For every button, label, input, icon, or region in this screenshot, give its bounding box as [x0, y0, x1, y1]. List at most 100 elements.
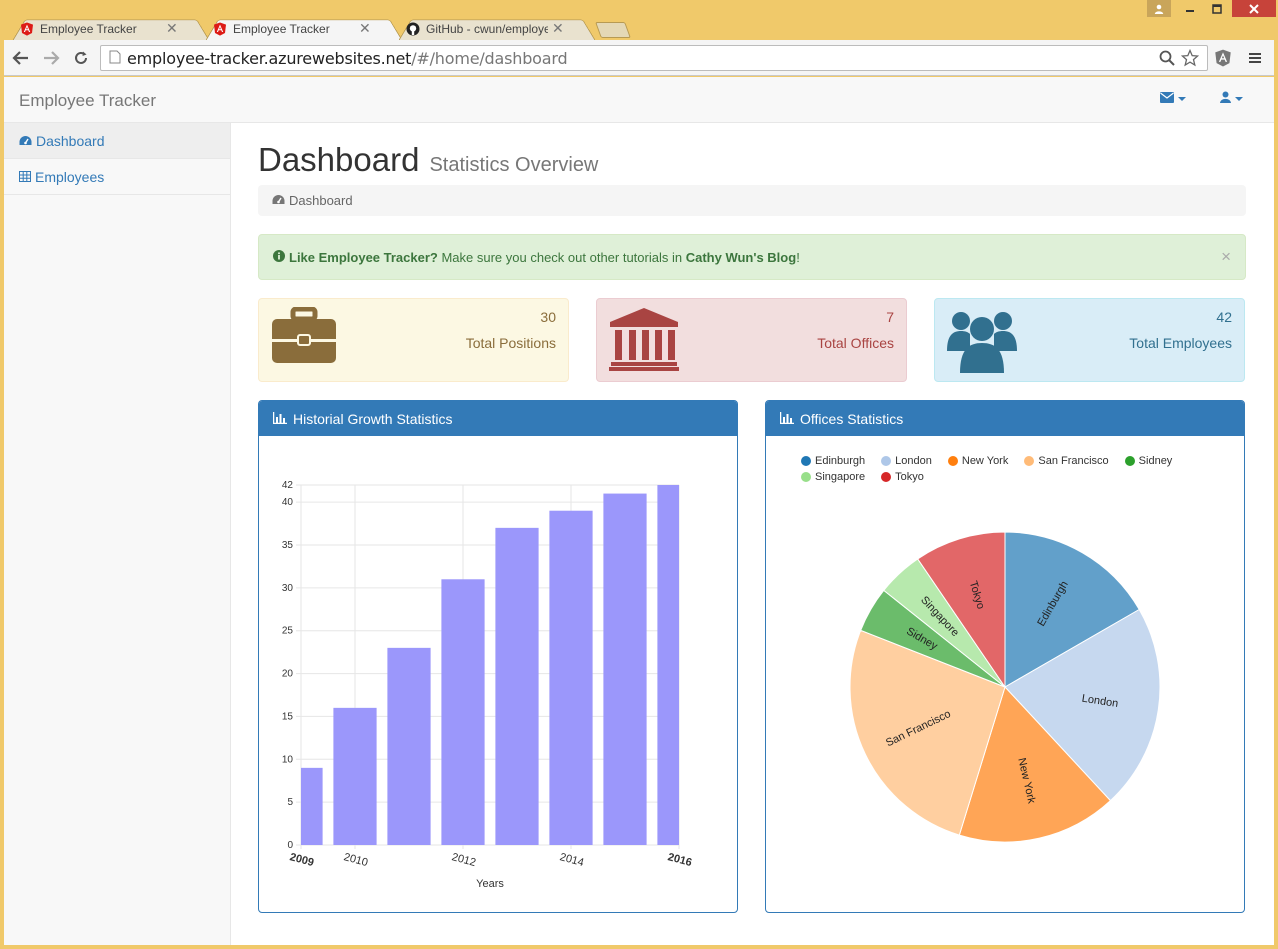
close-icon[interactable]: ✕ [552, 20, 564, 37]
messages-dropdown[interactable] [1160, 91, 1186, 106]
stat-value: 42 [1216, 309, 1232, 325]
x-axis-label: Years [476, 878, 504, 890]
user-icon [1220, 91, 1231, 106]
menu-icon[interactable] [1244, 48, 1266, 68]
blog-link[interactable]: Cathy Wun's Blog [686, 250, 796, 265]
back-icon[interactable] [10, 48, 32, 68]
alert-close-button[interactable]: × [1221, 247, 1231, 267]
y-tick-label: 40 [282, 497, 294, 508]
bar [657, 485, 679, 845]
panel-heading: Offices Statistics [766, 401, 1244, 436]
y-tick-label: 15 [282, 711, 294, 722]
breadcrumb-item: Dashboard [289, 193, 353, 208]
offices-panel: Offices Statistics Edinburgh London New Yo… [765, 400, 1245, 913]
browser-tab-2[interactable]: Employee Tracker ✕ [205, 16, 403, 41]
stat-value: 7 [886, 309, 894, 325]
browser-titlebar: Employee Tracker ✕ Employee Tracker ✕ Gi… [0, 0, 1278, 40]
stat-label: Total Employees [1129, 335, 1232, 351]
y-tick-label: 30 [282, 583, 294, 594]
y-tick-label: 10 [282, 754, 294, 765]
app-navbar: Employee Tracker [4, 77, 1274, 123]
github-icon [406, 22, 420, 36]
brand-link[interactable]: Employee Tracker [19, 91, 156, 111]
url-text: employee-tracker.azurewebsites.net/#/hom… [127, 48, 568, 68]
forward-icon[interactable] [40, 48, 62, 68]
briefcase-icon [271, 306, 337, 368]
angular-icon [213, 22, 227, 36]
x-tick-label: 2014 [558, 851, 585, 869]
page-header: Dashboard Statistics Overview [258, 141, 598, 179]
browser-toolbar: employee-tracker.azurewebsites.net/#/hom… [4, 40, 1274, 76]
page-title: Dashboard [258, 141, 420, 178]
stat-card-positions: 30 Total Positions [258, 298, 569, 382]
growth-panel: Historial Growth Statistics 0 5 10 15 20 25 30… [258, 400, 738, 913]
address-bar[interactable]: employee-tracker.azurewebsites.net/#/hom… [100, 45, 1208, 71]
angular-icon [20, 22, 34, 36]
user-dropdown[interactable] [1220, 91, 1243, 106]
tab-label: Employee Tracker [233, 21, 330, 36]
y-tick-label: 0 [287, 840, 293, 851]
y-tick-label: 35 [282, 540, 294, 551]
bar-chart-icon [272, 411, 287, 427]
stat-label: Total Offices [817, 335, 894, 351]
panel-heading: Historial Growth Statistics [259, 401, 737, 436]
offices-pie-chart: EdinburghLondonNew YorkSan FranciscoSidn… [849, 531, 1161, 843]
sidebar-item-employees[interactable]: Employees [4, 159, 230, 195]
close-icon[interactable]: ✕ [359, 20, 371, 37]
x-tick-label: 2010 [342, 851, 369, 869]
y-tick-label: 5 [287, 797, 293, 808]
y-tick-label: 20 [282, 669, 294, 680]
bar [333, 707, 377, 845]
caret-down-icon [1178, 96, 1186, 101]
page-subtitle: Statistics Overview [429, 154, 599, 176]
new-tab-button[interactable] [598, 22, 628, 38]
stat-card-employees: 42 Total Employees [934, 298, 1245, 382]
table-icon [19, 169, 31, 185]
caret-down-icon [1235, 96, 1243, 101]
info-circle-icon [273, 249, 285, 265]
tab-label: Employee Tracker [40, 21, 137, 36]
alert-text-end: ! [796, 249, 800, 265]
growth-bar-chart: 0 5 10 15 20 25 30 35 40 42 2009 2010 2012 2014 2016 Ye… [282, 480, 693, 890]
envelope-icon [1160, 91, 1174, 106]
zoom-icon[interactable] [1159, 50, 1175, 69]
stat-value: 30 [540, 309, 556, 325]
browser-tab-1[interactable]: Employee Tracker ✕ [12, 16, 210, 41]
bar [441, 579, 485, 845]
x-tick-label: 2009 [288, 851, 315, 869]
y-tick-label: 25 [282, 626, 294, 637]
y-tick-label: 42 [282, 480, 294, 491]
page-icon [109, 50, 121, 67]
stat-label: Total Positions [465, 335, 556, 351]
alert-strong: Like Employee Tracker? [289, 249, 438, 265]
minimize-icon[interactable] [1178, 0, 1202, 17]
x-tick-label: 2012 [450, 851, 477, 869]
angular-extension-icon[interactable] [1212, 48, 1234, 68]
bar-chart-icon [779, 411, 794, 427]
bar [603, 493, 647, 845]
sidebar-item-dashboard[interactable]: Dashboard [4, 123, 230, 159]
url-path: /#/home/dashboard [411, 48, 568, 68]
users-icon [947, 307, 1017, 376]
reload-icon[interactable] [70, 48, 92, 68]
breadcrumb: Dashboard [258, 185, 1246, 216]
bar [387, 647, 431, 845]
x-tick-label: 2016 [666, 851, 693, 869]
close-icon[interactable]: ✕ [166, 20, 178, 37]
url-host: employee-tracker.azurewebsites.net [127, 48, 412, 68]
maximize-icon[interactable] [1205, 0, 1229, 17]
bookmark-star-icon[interactable] [1180, 48, 1200, 70]
sidebar-item-label: Dashboard [36, 132, 105, 149]
page: Employee Tracker Dashboard Employees Das… [4, 77, 1274, 945]
bar [495, 527, 539, 845]
browser-tab-3[interactable]: GitHub - cwun/employee ✕ [398, 16, 596, 41]
panel-title: Historial Growth Statistics [293, 410, 453, 427]
alert-text: Make sure you check out other tutorials … [437, 249, 686, 265]
tab-label: GitHub - cwun/employee [426, 21, 548, 36]
sidebar: Dashboard Employees [4, 123, 231, 945]
dashboard-icon [19, 133, 32, 149]
window-close-icon[interactable] [1232, 0, 1276, 17]
user-icon[interactable] [1147, 0, 1171, 17]
stat-card-offices: 7 Total Offices [596, 298, 907, 382]
sidebar-item-label: Employees [35, 168, 105, 185]
